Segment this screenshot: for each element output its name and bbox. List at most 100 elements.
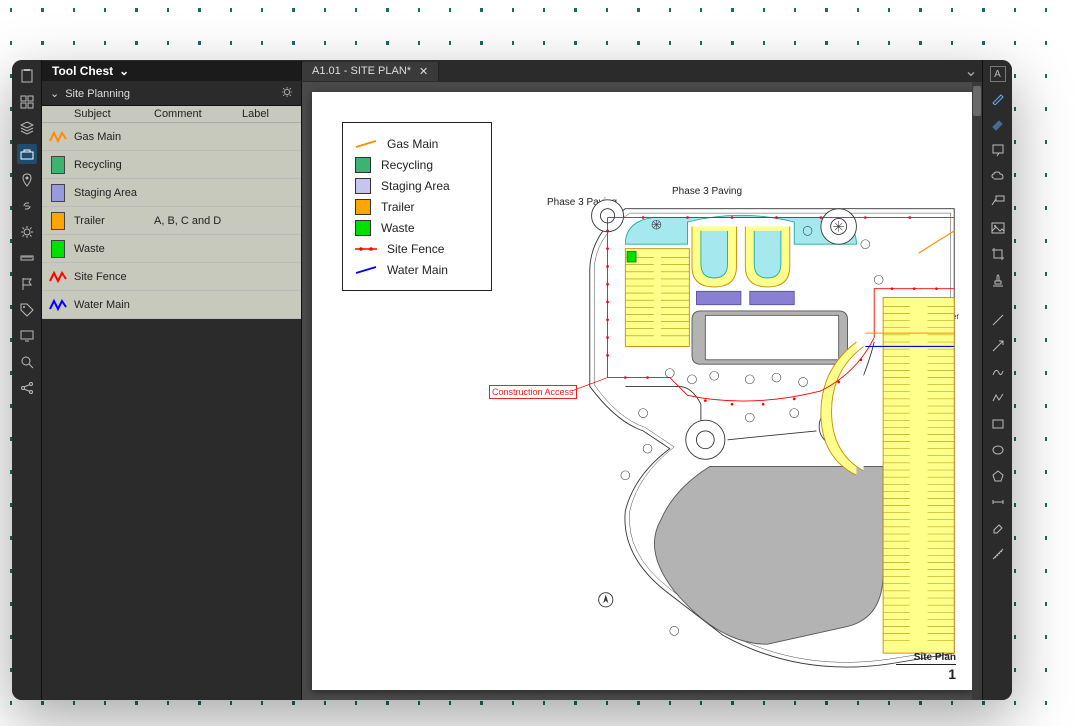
legend-row: Waste (355, 217, 479, 238)
legend-row: Water Main (355, 259, 479, 280)
tool-subject: Recycling (74, 159, 154, 171)
title-block: Site Plan 1 (896, 652, 956, 682)
share-icon[interactable] (17, 378, 37, 398)
legend-row: Trailer (355, 196, 479, 217)
monitor-icon[interactable] (17, 326, 37, 346)
pen-tool-icon[interactable] (988, 88, 1008, 108)
arrow-tool-icon[interactable] (988, 336, 1008, 356)
vertical-scrollbar[interactable] (972, 82, 982, 700)
tool-subject: Gas Main (74, 131, 154, 143)
measure-tool-icon[interactable] (988, 544, 1008, 564)
image-icon[interactable] (988, 218, 1008, 238)
col-label: Label (242, 108, 292, 120)
ellipse-tool-icon[interactable] (988, 440, 1008, 460)
tool-subject: Water Main (74, 299, 154, 311)
legend-label: Recycling (381, 158, 433, 172)
col-comment: Comment (154, 108, 242, 120)
crop-icon[interactable] (988, 244, 1008, 264)
tab-overflow-icon[interactable]: ⌄ (960, 61, 982, 81)
legend-label: Trailer (381, 200, 415, 214)
section-header[interactable]: ⌄ Site Planning (42, 82, 301, 106)
tool-subject: Site Fence (74, 271, 154, 283)
ruler-icon[interactable] (17, 248, 37, 268)
document-tab[interactable]: A1.01 - SITE PLAN* ✕ (302, 62, 439, 81)
text-tool-icon[interactable]: A (990, 66, 1006, 82)
tool-row[interactable]: Gas Main (42, 123, 301, 151)
panel-title: Tool Chest (52, 64, 113, 78)
legend: Gas Main Recycling Staging Area Trailer Wast… (342, 122, 492, 291)
panel-title-bar[interactable]: Tool Chest ⌄ (42, 61, 302, 81)
dimension-tool-icon[interactable] (988, 492, 1008, 512)
tool-comment: A, B, C and D (154, 215, 242, 227)
polyline-icon[interactable] (988, 388, 1008, 408)
legend-row: Site Fence (355, 238, 479, 259)
legend-row: Staging Area (355, 175, 479, 196)
legend-row: Gas Main (355, 133, 479, 154)
callout-icon[interactable] (988, 192, 1008, 212)
link-icon[interactable] (17, 196, 37, 216)
note-icon[interactable] (988, 140, 1008, 160)
legend-line-icon (355, 244, 377, 254)
tool-row[interactable]: Waste (42, 235, 301, 263)
chevron-down-icon: ⌄ (50, 87, 59, 100)
legend-label: Staging Area (381, 179, 450, 193)
left-toolbar (12, 60, 42, 700)
right-toolbar: A (982, 60, 1012, 700)
polygon-tool-icon[interactable] (988, 466, 1008, 486)
curve-tool-icon[interactable] (988, 362, 1008, 382)
tool-row[interactable]: Recycling (42, 151, 301, 179)
sheet-title: Site Plan (896, 652, 956, 663)
legend-swatch-icon (355, 157, 371, 173)
zigzag-icon (48, 269, 68, 285)
flag-icon[interactable] (17, 274, 37, 294)
search-icon[interactable] (17, 352, 37, 372)
section-label: Site Planning (65, 88, 130, 100)
grid-icon[interactable] (17, 92, 37, 112)
tool-row[interactable]: Trailer A, B, C and D (42, 207, 301, 235)
canvas[interactable]: Gas Main Recycling Staging Area Trailer Wast… (302, 82, 982, 700)
layers-icon[interactable] (17, 118, 37, 138)
tool-chest-panel: ⌄ Site Planning Subject Comment Label Ga… (42, 82, 302, 700)
tool-list: Gas Main Recycling Staging Area Trailer … (42, 123, 301, 319)
rectangle-tool-icon[interactable] (988, 414, 1008, 434)
scrollbar-thumb[interactable] (973, 86, 981, 116)
construction-access-label: Construction Access (489, 385, 577, 399)
zigzag-icon (48, 129, 68, 145)
eraser-tool-icon[interactable] (988, 518, 1008, 538)
tool-row[interactable]: Water Main (42, 291, 301, 319)
legend-row: Recycling (355, 154, 479, 175)
gear-icon[interactable] (281, 86, 293, 101)
legend-label: Gas Main (387, 137, 438, 151)
toolbox-icon[interactable] (17, 144, 37, 164)
cloud-icon[interactable] (988, 166, 1008, 186)
highlighter-icon[interactable] (988, 114, 1008, 134)
clipboard-icon[interactable] (17, 66, 37, 86)
tool-row[interactable]: Site Fence (42, 263, 301, 291)
document-page[interactable]: Gas Main Recycling Staging Area Trailer Wast… (312, 92, 972, 690)
tool-subject: Staging Area (74, 187, 154, 199)
tag-icon[interactable] (17, 300, 37, 320)
tool-row[interactable]: Staging Area (42, 179, 301, 207)
stamp-icon[interactable] (988, 270, 1008, 290)
sheet-number: 1 (896, 666, 956, 682)
app-window: Tool Chest ⌄ A1.01 - SITE PLAN* ✕ ⌄ ⌄ Si… (12, 60, 1012, 700)
tool-subject: Trailer (74, 215, 154, 227)
legend-label: Waste (381, 221, 415, 235)
col-subject: Subject (74, 108, 154, 120)
swatch-icon (51, 156, 65, 174)
tool-subject: Waste (74, 243, 154, 255)
swatch-icon (51, 240, 65, 258)
site-plan-drawing (572, 152, 972, 690)
line-tool-icon[interactable] (988, 310, 1008, 330)
legend-swatch-icon (355, 220, 371, 236)
close-tab-icon[interactable]: ✕ (419, 65, 428, 78)
legend-label: Water Main (387, 263, 448, 277)
column-headers: Subject Comment Label (42, 106, 301, 123)
swatch-icon (51, 184, 65, 202)
legend-line-icon (355, 139, 377, 149)
chevron-down-icon: ⌄ (119, 64, 129, 78)
tab-bar: Tool Chest ⌄ A1.01 - SITE PLAN* ✕ ⌄ (42, 60, 982, 82)
swatch-icon (51, 212, 65, 230)
settings-icon[interactable] (17, 222, 37, 242)
map-marker-icon[interactable] (17, 170, 37, 190)
